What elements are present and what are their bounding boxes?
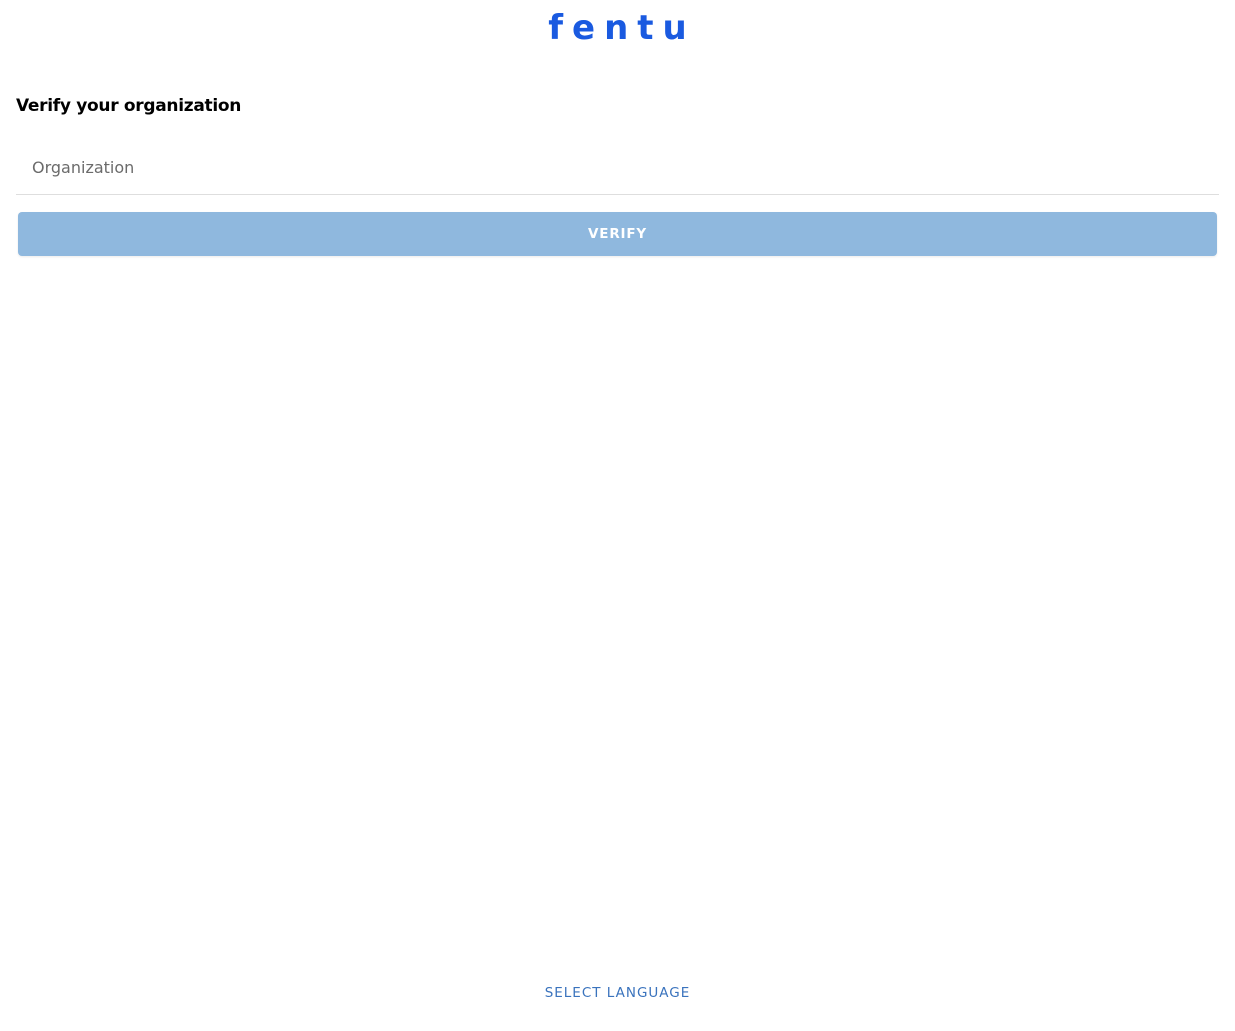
organization-input[interactable] [16,140,1219,195]
select-language-link[interactable]: SELECT LANGUAGE [0,982,1235,1004]
fentu-logo: fentu [0,8,1235,52]
page-title: Verify your organization [16,96,242,116]
logo-text: fentu [548,8,696,48]
verify-button[interactable]: VERIFY [18,212,1217,256]
